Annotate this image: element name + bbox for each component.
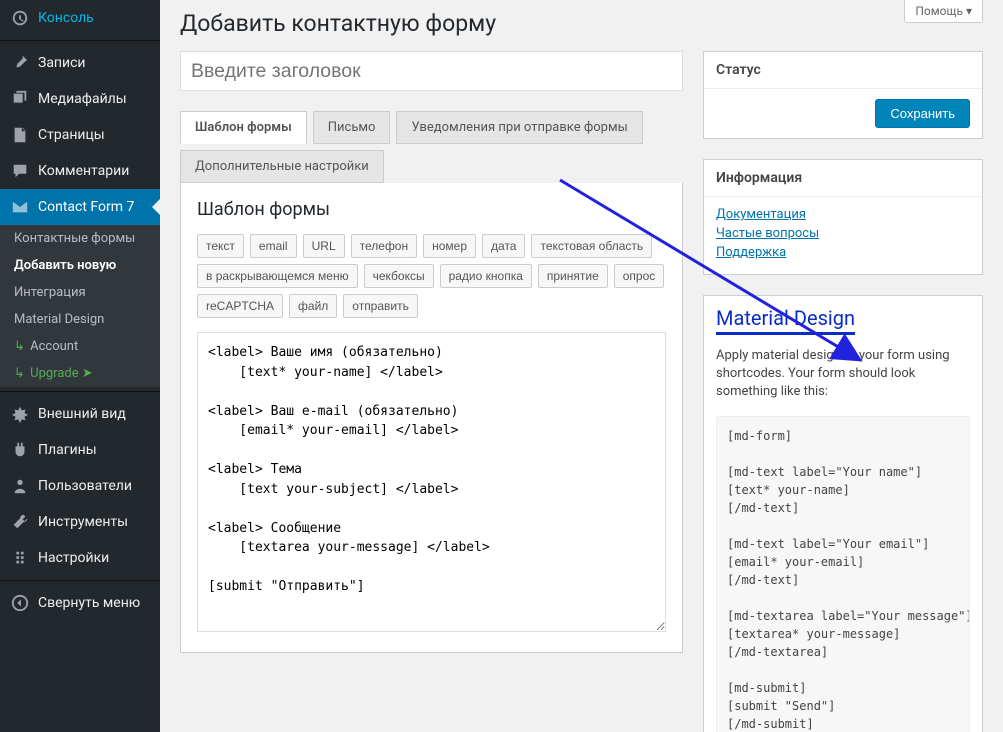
status-box: Статус Сохранить <box>703 51 983 139</box>
comments-icon <box>10 161 30 181</box>
form-title-input[interactable] <box>180 51 683 91</box>
tools-icon <box>10 512 30 532</box>
tag-file[interactable]: файл <box>289 294 337 318</box>
submenu-material-design[interactable]: Material Design <box>0 306 160 333</box>
sidebar-collapse[interactable]: Свернуть меню <box>0 585 160 621</box>
info-box: Информация Документация Частые вопросы П… <box>703 159 983 275</box>
sidebar-item-posts[interactable]: Записи <box>0 45 160 81</box>
sidebar-label: Страницы <box>38 127 105 143</box>
tag-checkbox[interactable]: чекбоксы <box>364 264 434 288</box>
tag-select[interactable]: в раскрывающемся меню <box>197 264 358 288</box>
submenu-upgrade[interactable]: ↳ Upgrade ➤ <box>0 360 160 387</box>
tab-additional[interactable]: Дополнительные настройки <box>180 150 384 183</box>
sidebar-item-appearance[interactable]: Внешний вид <box>0 396 160 432</box>
tag-email[interactable]: email <box>250 234 297 258</box>
tab-mail[interactable]: Письмо <box>313 111 391 144</box>
submenu-account[interactable]: ↳ Account <box>0 333 160 360</box>
media-icon <box>10 89 30 109</box>
panel-heading: Шаблон формы <box>197 199 666 220</box>
chevron-down-icon: ▾ <box>966 4 972 18</box>
md-box-desc: Apply material design to your form using… <box>716 347 970 402</box>
sidebar-label: Настройки <box>38 550 109 566</box>
sidebar-item-users[interactable]: Пользователи <box>0 468 160 504</box>
settings-icon <box>10 548 30 568</box>
help-button[interactable]: Помощь ▾ <box>904 0 983 23</box>
sidebar-item-contact-form-7[interactable]: Contact Form 7 <box>0 189 160 225</box>
pages-icon <box>10 125 30 145</box>
main-content: Помощь ▾ Добавить контактную форму Шабло… <box>160 0 1003 732</box>
sidebar-label: Консоль <box>38 10 94 26</box>
submenu-integration[interactable]: Интеграция <box>0 279 160 306</box>
mail-icon <box>10 197 30 217</box>
save-button[interactable]: Сохранить <box>875 99 970 128</box>
tag-button-row: текст email URL телефон номер дата текст… <box>197 234 666 258</box>
sidebar-label: Внешний вид <box>38 406 126 422</box>
link-docs[interactable]: Документация <box>716 207 806 222</box>
users-icon <box>10 476 30 496</box>
form-panel: Шаблон формы текст email URL телефон ном… <box>180 183 683 653</box>
tab-row: Шаблон формы Письмо Уведомления при отпр… <box>180 111 683 184</box>
branch-icon: ↳ <box>14 366 25 381</box>
sidebar-label: Записи <box>38 55 86 71</box>
tab-form-template[interactable]: Шаблон формы <box>180 111 307 144</box>
sidebar-label: Инструменты <box>38 514 128 530</box>
link-faq[interactable]: Частые вопросы <box>716 226 819 241</box>
sidebar-item-comments[interactable]: Комментарии <box>0 153 160 189</box>
tag-url[interactable]: URL <box>303 234 345 258</box>
tag-acceptance[interactable]: принятие <box>538 264 608 288</box>
submenu-contact-forms[interactable]: Контактные формы <box>0 225 160 252</box>
tag-quiz[interactable]: опрос <box>614 264 665 288</box>
material-design-box: Material Design Apply material design to… <box>703 295 983 732</box>
md-code-sample: [md-form] [md-text label="Your name"] [t… <box>716 416 970 732</box>
tag-textarea[interactable]: текстовая область <box>531 234 652 258</box>
pin-icon <box>10 53 30 73</box>
tag-submit[interactable]: отправить <box>343 294 418 318</box>
plugins-icon <box>10 440 30 460</box>
status-box-title: Статус <box>704 52 982 89</box>
link-support[interactable]: Поддержка <box>716 245 786 260</box>
tag-text[interactable]: текст <box>197 234 244 258</box>
sidebar-item-console[interactable]: Консоль <box>0 0 160 36</box>
submenu-add-new[interactable]: Добавить новую <box>0 252 160 279</box>
sidebar-label: Медиафайлы <box>38 91 127 107</box>
sidebar-label: Contact Form 7 <box>38 199 134 215</box>
tag-recaptcha[interactable]: reCAPTCHA <box>197 294 283 318</box>
tag-radio[interactable]: радио кнопка <box>440 264 532 288</box>
info-box-title: Информация <box>704 160 982 197</box>
sidebar-item-media[interactable]: Медиафайлы <box>0 81 160 117</box>
appearance-icon <box>10 404 30 424</box>
sidebar-label: Комментарии <box>38 163 129 179</box>
form-editor[interactable] <box>197 332 666 632</box>
tab-messages[interactable]: Уведомления при отправке формы <box>396 111 642 144</box>
tag-date[interactable]: дата <box>482 234 525 258</box>
page-title: Добавить контактную форму <box>180 10 983 37</box>
dashboard-icon <box>10 8 30 28</box>
md-box-title: Material Design <box>716 306 855 335</box>
tag-number[interactable]: номер <box>423 234 476 258</box>
sidebar-label: Свернуть меню <box>38 595 140 611</box>
sidebar-label: Плагины <box>38 442 97 458</box>
sidebar-submenu: Контактные формы Добавить новую Интеграц… <box>0 225 160 387</box>
branch-icon: ↳ <box>14 339 25 354</box>
collapse-icon <box>10 593 30 613</box>
sidebar-item-plugins[interactable]: Плагины <box>0 432 160 468</box>
sidebar-item-pages[interactable]: Страницы <box>0 117 160 153</box>
sidebar-label: Пользователи <box>38 478 132 494</box>
admin-sidebar: Консоль Записи Медиафайлы Страницы Комме… <box>0 0 160 732</box>
sidebar-item-settings[interactable]: Настройки <box>0 540 160 576</box>
sidebar-item-tools[interactable]: Инструменты <box>0 504 160 540</box>
tag-tel[interactable]: телефон <box>351 234 418 258</box>
